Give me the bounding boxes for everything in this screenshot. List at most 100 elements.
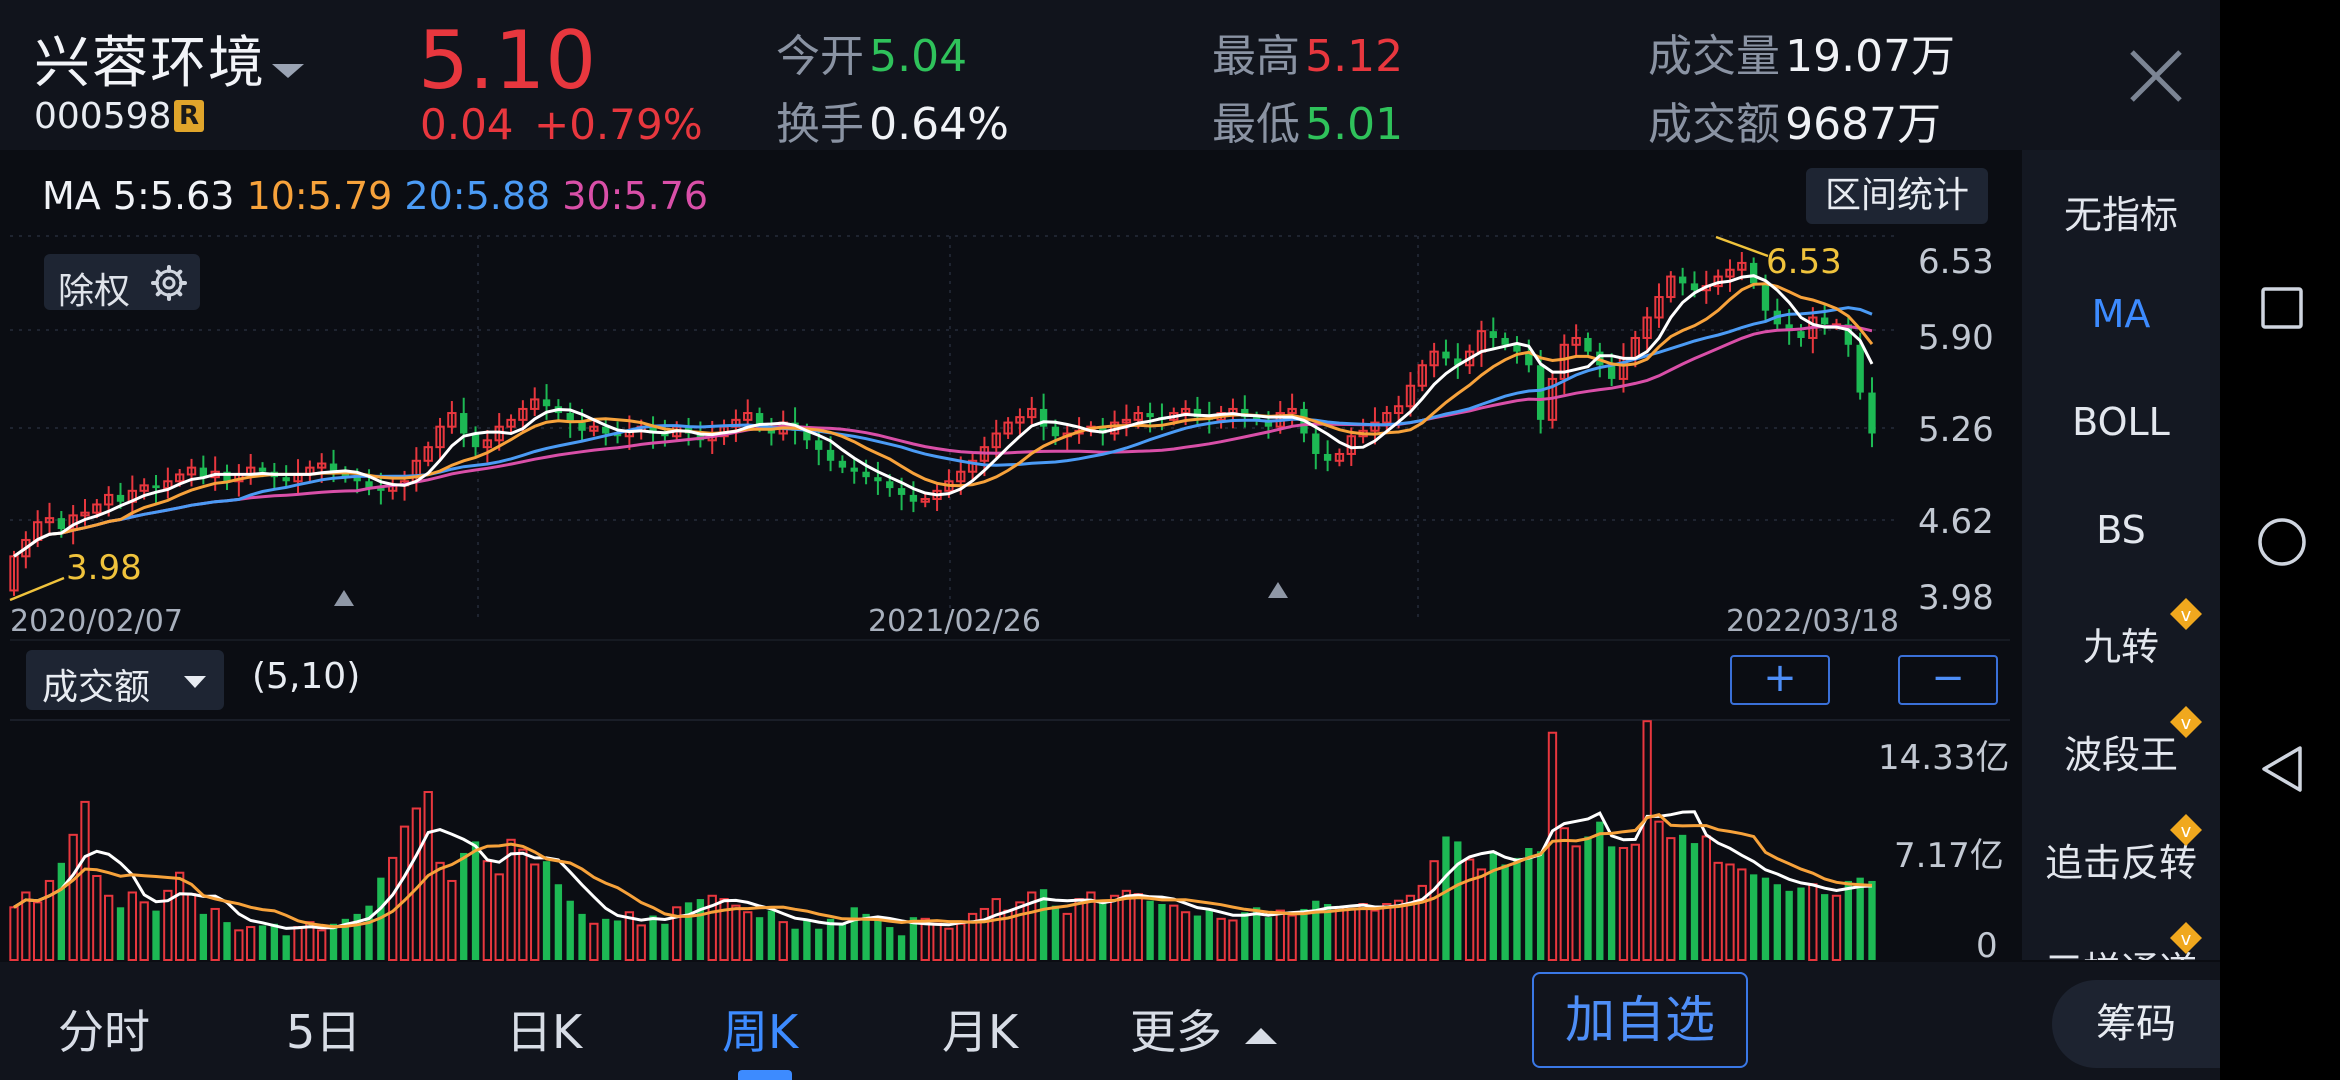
volume-bar	[1464, 858, 1475, 961]
candle	[447, 401, 457, 434]
ma-legend-title: MA	[42, 174, 101, 218]
system-nav-bar	[2220, 0, 2340, 1080]
volume-bar	[932, 922, 942, 961]
candle	[127, 475, 138, 516]
volume-bar	[731, 904, 741, 961]
date-label: 2022/03/18	[1726, 604, 1899, 639]
volume-bar	[755, 917, 764, 960]
event-marker-icon[interactable]	[1268, 582, 1288, 598]
candle	[199, 455, 208, 485]
volume-bar	[589, 922, 599, 961]
zoom-out-button[interactable]: −	[1898, 655, 1998, 705]
volume-bar	[1666, 837, 1676, 962]
indicator-boll[interactable]: BOLL	[2022, 400, 2220, 444]
volume-indicator-select[interactable]: 成交额	[26, 650, 224, 710]
volume-bar	[1654, 820, 1664, 961]
price-tick: 3.98	[1918, 578, 1994, 618]
candle	[411, 447, 422, 492]
chips-button[interactable]: 筹码	[2052, 980, 2220, 1068]
candle	[341, 466, 350, 483]
volume-bar	[127, 891, 138, 961]
volume-bar	[518, 848, 528, 962]
volume-bar	[1442, 836, 1450, 960]
price-tick: 4.62	[1918, 502, 1994, 542]
volume-bar	[1725, 863, 1735, 961]
volume-bar	[1300, 908, 1308, 960]
candle	[365, 469, 373, 496]
volume-bar	[1701, 835, 1711, 962]
tab-5day[interactable]: 5日	[286, 996, 361, 1062]
date-label: 2020/02/07	[10, 604, 183, 639]
add-watchlist-button[interactable]: 加自选	[1532, 972, 1748, 1068]
volume-bar	[1216, 917, 1226, 962]
volume-bar	[1571, 845, 1581, 961]
adjust-button[interactable]: 除权	[44, 254, 200, 312]
volume-bar	[365, 905, 373, 960]
tab-intraday[interactable]: 分时	[58, 996, 150, 1062]
svg-text:v: v	[2181, 929, 2192, 950]
volume-bar	[1358, 903, 1368, 961]
volume-bar	[460, 852, 468, 960]
volume-bar	[223, 922, 231, 960]
volume-bar	[566, 900, 574, 960]
volume-bar	[33, 901, 43, 962]
indicator-bs[interactable]: BS	[2022, 508, 2220, 552]
candle	[506, 414, 516, 433]
indicator-none[interactable]: 无指标	[2022, 184, 2220, 239]
volume-bar	[979, 907, 990, 962]
event-marker-icon[interactable]	[334, 590, 354, 606]
candle	[1678, 267, 1687, 296]
volume-bar	[1761, 877, 1770, 960]
volume-bar	[815, 928, 823, 960]
volume-bar	[1476, 868, 1487, 961]
volume-bar	[1797, 887, 1805, 960]
volume-bar	[1713, 861, 1723, 961]
home-icon[interactable]	[2256, 516, 2308, 568]
ma20-value: 20:5.88	[404, 174, 551, 218]
chevron-down-icon	[184, 676, 206, 688]
volume-bar	[1169, 904, 1179, 961]
indicator-ma[interactable]: MA	[2022, 292, 2220, 336]
volume-bar	[1773, 884, 1781, 960]
volume-bar	[991, 898, 1001, 961]
volume-bar	[9, 906, 19, 962]
tab-more[interactable]: 更多	[1130, 996, 1277, 1062]
volume-bar	[684, 902, 693, 960]
candle	[1454, 343, 1462, 379]
candle	[874, 461, 882, 495]
volume-bar	[719, 898, 729, 961]
volume-bar	[1489, 851, 1497, 960]
tab-weekly-k[interactable]: 周K	[722, 996, 798, 1062]
candle	[423, 441, 433, 467]
volume-bar	[1241, 912, 1249, 960]
kline-chart[interactable]	[0, 0, 2022, 962]
recents-icon[interactable]	[2260, 286, 2304, 330]
volume-bar	[471, 841, 480, 960]
back-icon[interactable]	[2260, 744, 2304, 794]
volume-ma5-line	[13, 810, 1873, 930]
volume-bar	[1346, 907, 1356, 962]
volume-bar	[636, 924, 646, 962]
volume-bar	[1074, 898, 1084, 961]
candle	[9, 550, 19, 596]
tab-daily-k[interactable]: 日K	[506, 996, 582, 1062]
volume-bar	[1584, 836, 1592, 960]
candle	[471, 426, 480, 456]
candle	[530, 387, 540, 417]
volume-bar	[897, 935, 906, 960]
candle	[1820, 303, 1829, 335]
tab-monthly-k[interactable]: 月K	[942, 996, 1018, 1062]
zoom-in-button[interactable]: +	[1730, 655, 1830, 705]
candle	[388, 478, 398, 500]
range-stats-button[interactable]: 区间统计	[1806, 168, 1988, 224]
volume-bar	[80, 800, 90, 962]
candle	[293, 459, 303, 495]
ma10-value: 10:5.79	[246, 174, 393, 218]
close-icon[interactable]	[2124, 44, 2188, 108]
volume-bar	[482, 860, 493, 962]
vip-icon: v	[2170, 598, 2202, 630]
volume-bar	[282, 935, 290, 960]
volume-bar	[1193, 915, 1202, 960]
volume-bar	[186, 893, 197, 961]
volume-bar	[293, 926, 303, 962]
